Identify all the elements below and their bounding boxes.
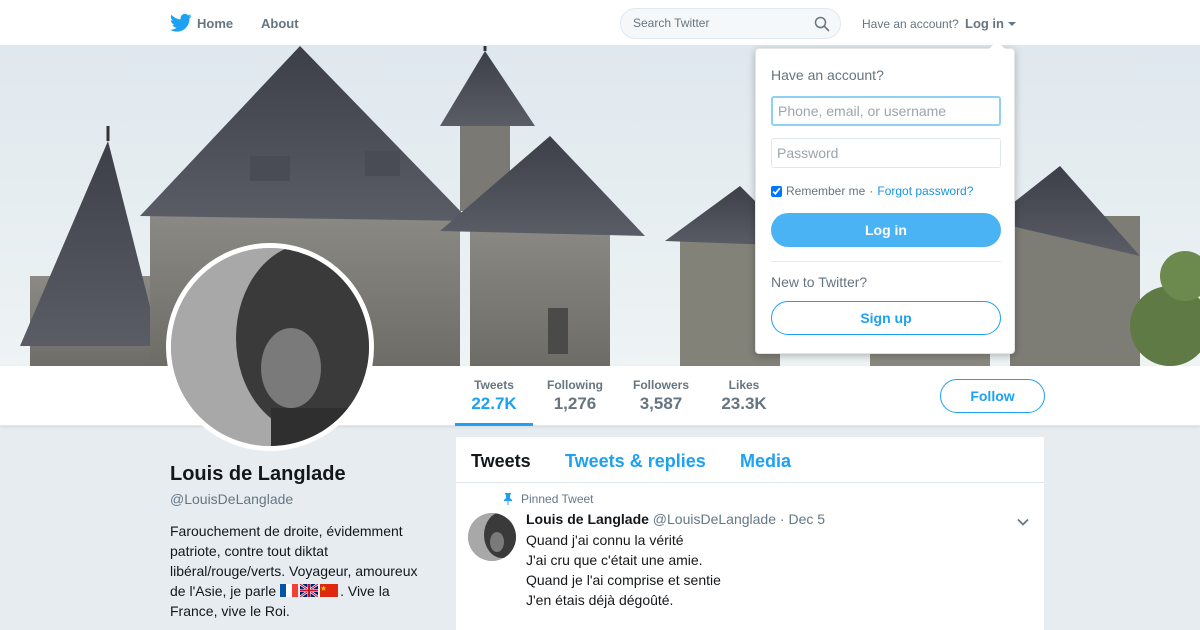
remember-me-checkbox[interactable] <box>771 185 782 197</box>
france-flag-icon <box>280 584 299 597</box>
tweet-text: Quand j'ai connu la vérité J'ai cru que … <box>526 530 721 610</box>
password-field[interactable] <box>771 138 1001 168</box>
tweet-line: Quand j'ai connu la vérité <box>526 532 684 548</box>
profile-avatar[interactable] <box>166 243 374 451</box>
chevron-down-icon[interactable] <box>1016 515 1030 529</box>
tweet-header: Louis de Langlade @LouisDeLanglade · Dec… <box>526 511 825 527</box>
china-flag-icon <box>320 584 339 597</box>
tweet-author-handle[interactable]: @LouisDeLanglade <box>653 511 776 527</box>
profile-bio: Farouchement de droite, évidemment patri… <box>170 521 435 621</box>
pinned-tweet-indicator: Pinned Tweet <box>503 492 594 506</box>
stat-likes[interactable]: Likes 23.3K <box>712 366 776 426</box>
tweet-avatar-photo <box>468 513 516 561</box>
profile-name[interactable]: Louis de Langlade <box>170 463 346 486</box>
tweet-line: Quand je l'ai comprise et sentie <box>526 572 721 588</box>
divider <box>771 261 1001 262</box>
twitter-bird-icon[interactable] <box>170 13 192 33</box>
caret-down-icon[interactable] <box>1008 21 1016 26</box>
pinned-tweet-label: Pinned Tweet <box>521 492 594 506</box>
timeline-tabs: Tweets Tweets & replies Media <box>456 437 1044 483</box>
follow-button[interactable]: Follow <box>940 379 1045 413</box>
stat-value: 1,276 <box>553 394 597 413</box>
remember-me-row: Remember me · Forgot password? <box>771 184 973 198</box>
stat-value: 22.7K <box>471 394 517 413</box>
nav-home-link[interactable]: Home <box>197 16 233 31</box>
search-input[interactable] <box>633 16 803 30</box>
stat-followers[interactable]: Followers 3,587 <box>626 366 696 426</box>
search-box[interactable] <box>620 8 841 39</box>
login-dropdown: Have an account? Remember me · Forgot pa… <box>755 41 1015 354</box>
stat-label: Following <box>547 378 603 392</box>
remember-separator: · <box>869 184 874 198</box>
tweet-date[interactable]: Dec 5 <box>788 511 825 527</box>
tab-media[interactable]: Media <box>740 451 791 472</box>
login-dropdown-title: Have an account? <box>771 67 884 83</box>
search-icon[interactable] <box>814 16 830 32</box>
login-dropdown-toggle[interactable]: Log in <box>965 16 1016 31</box>
stat-label: Tweets <box>474 378 514 392</box>
avatar-photo <box>171 248 369 446</box>
tweet-author-avatar[interactable] <box>468 513 516 561</box>
uk-flag-icon <box>300 584 319 597</box>
new-to-twitter-text: New to Twitter? <box>771 274 868 290</box>
tab-tweets[interactable]: Tweets <box>471 451 531 472</box>
login-link-label[interactable]: Log in <box>965 16 1004 31</box>
tweet-separator: · <box>779 511 785 527</box>
profile-handle[interactable]: @LouisDeLanglade <box>170 491 293 507</box>
dropdown-arrow <box>989 41 1005 49</box>
timeline: Tweets Tweets & replies Media Pinned Twe… <box>456 437 1044 630</box>
stat-following[interactable]: Following 1,276 <box>540 366 610 426</box>
stat-tweets[interactable]: Tweets 22.7K <box>455 366 533 426</box>
remember-me-label[interactable]: Remember me <box>786 184 865 198</box>
tweet-line: J'ai cru que c'était une amie. <box>526 552 703 568</box>
stat-value: 3,587 <box>639 394 683 413</box>
have-account-text: Have an account? <box>862 17 959 31</box>
tweet-line: J'en étais déjà dégoûté. <box>526 592 674 608</box>
tweet-author-name[interactable]: Louis de Langlade <box>526 511 649 527</box>
username-field[interactable] <box>771 96 1001 126</box>
stat-value: 23.3K <box>721 394 767 413</box>
login-button[interactable]: Log in <box>771 213 1001 247</box>
top-navbar: Home About Have an account? Log in <box>0 0 1200 46</box>
pin-icon <box>504 493 512 505</box>
stat-label: Followers <box>632 378 689 392</box>
nav-about-link[interactable]: About <box>261 16 299 31</box>
forgot-password-link[interactable]: Forgot password? <box>877 184 973 198</box>
stat-label: Likes <box>728 378 760 392</box>
tab-tweets-and-replies[interactable]: Tweets & replies <box>565 451 706 472</box>
signup-button[interactable]: Sign up <box>771 301 1001 335</box>
